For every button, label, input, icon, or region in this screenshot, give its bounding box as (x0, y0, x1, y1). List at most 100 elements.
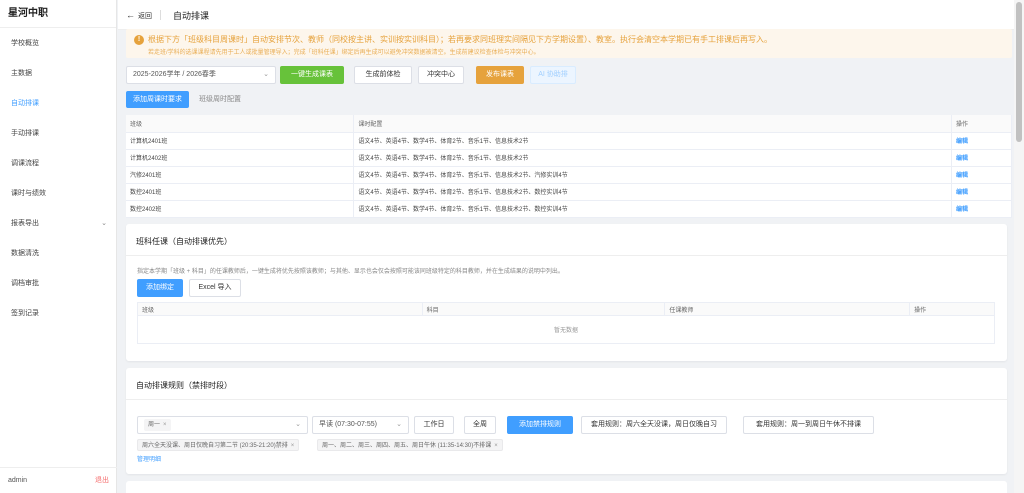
card-divider (126, 255, 1007, 256)
workday-button[interactable]: 工作日 (414, 416, 454, 434)
sidebar-item-reports[interactable]: 报表导出 ⌄ (0, 216, 117, 232)
chevron-down-icon: ⌄ (396, 421, 402, 428)
table-row: 数控2402班 语文4节、英语4节、数学4节、体育2节、音乐1节、信息技术2节、… (126, 200, 1012, 218)
time-slot-value: 早读 (07:30-07:55) (319, 421, 377, 428)
notice-line-1: 根据下方「班级科目周课时」自动安排节次、教师（同校按主讲、实训按实训科目）；若再… (148, 35, 772, 44)
rule-tag-label: 周一、周二、周三、周四、周五、周日午休 (11:35-14:30)不排课 (322, 443, 492, 449)
close-icon[interactable]: × (494, 443, 498, 449)
sidebar-item-auto-schedule[interactable]: 自动排课 (0, 96, 117, 112)
back-button[interactable]: ← 返回 (126, 10, 152, 21)
rule-tag-label: 周六全天没课、周日仅晚自习第二节 (20:35-21:20)禁排 (142, 443, 288, 449)
notice-line-2: 若走班/学科的选课课程请先用于工人或批量管理导入；完成「班科任课」绑定后再生成可… (148, 50, 540, 56)
table-row: 计算机2402班 语文4节、英语4节、数学4节、体育2节、音乐1节、信息技术2节… (126, 149, 1012, 167)
table-row: 汽修2401班 语文4节、英语4节、数学4节、体育2节、音乐1节、信息技术2节、… (126, 166, 1012, 184)
sidebar-item-overview[interactable]: 学校概览 (0, 36, 117, 52)
column-header: 任课教师 (664, 302, 911, 316)
preset-rule-noon-button[interactable]: 套用规则：周一到周日午休不排课 (743, 416, 874, 434)
brand-logo: 星河中职 (0, 0, 116, 28)
sidebar: 星河中职 学校概览 主数据 自动排课 手动排课 调课流程 课时与绩效 报表导出 … (0, 0, 117, 493)
sidebar-item-master-data[interactable]: 主数据 (0, 66, 117, 82)
column-header: 操作 (909, 302, 995, 316)
edit-link[interactable]: 编辑 (956, 173, 968, 179)
column-header: 课时配置 (353, 115, 953, 133)
card-divider (126, 399, 1007, 400)
tab-class-weekly-config[interactable]: 班级周时配置 (192, 91, 248, 108)
close-icon[interactable]: × (163, 422, 167, 428)
tab-add-weekly-hours[interactable]: 添加周课时要求 (126, 91, 189, 108)
sidebar-item-label: 报表导出 (11, 220, 39, 227)
column-header: 班级 (137, 302, 423, 316)
current-user: admin (8, 477, 28, 484)
table-row: 数控2401班 语文4节、英语4节、数学4节、体育2节、音乐1节、信息技术2节、… (126, 183, 1012, 201)
add-rule-button[interactable]: 添加禁排规则 (507, 416, 573, 434)
page-title: 自动排课 (173, 11, 210, 21)
arrow-left-icon: ← (126, 10, 135, 20)
close-icon[interactable]: × (291, 443, 295, 449)
column-header: 科目 (421, 302, 666, 316)
card-description: 指定本学期「班级 + 科目」的任课教师后，一键生成将优先按照该教师；与其他、显示… (137, 269, 564, 275)
sidebar-item-data-clean[interactable]: 数据清洗 (0, 246, 117, 262)
table-row: 计算机2401班 语文4节、英语4节、数学4节、体育2节、音乐1节、信息技术2节… (126, 132, 1012, 150)
sidebar-item-sign-in[interactable]: 签到记录 (0, 306, 117, 322)
chevron-down-icon: ⌄ (263, 71, 269, 78)
sidebar-item-approval[interactable]: 调档审批 (0, 276, 117, 292)
add-binding-button[interactable]: 添加绑定 (137, 279, 183, 297)
sidebar-item-manual-schedule[interactable]: 手动排课 (0, 126, 117, 142)
back-label: 返回 (138, 13, 152, 20)
page-scrollbar[interactable] (1014, 0, 1024, 493)
weekday-tag-label: 周一 (148, 422, 161, 428)
generate-button[interactable]: 一键生成课表 (280, 66, 344, 84)
publish-button[interactable]: 发布课表 (476, 66, 524, 84)
card-title: 班科任课（自动排课优先） (136, 237, 232, 246)
term-select[interactable]: 2025-2026学年 / 2026春季 ⌄ (126, 66, 276, 84)
weekday-select[interactable]: 周一 × ⌄ (137, 416, 308, 434)
weekday-tag: 周一 × (144, 419, 171, 431)
class-cell: 汽修2401班 (126, 166, 355, 184)
class-cell: 计算机2402班 (126, 149, 355, 167)
ai-assist-button[interactable]: AI 协助排 (530, 66, 576, 84)
chevron-down-icon: ⌄ (101, 220, 107, 227)
term-select-value: 2025-2026学年 / 2026春季 (133, 71, 216, 78)
table-header-row: 班级 科目 任课教师 操作 (137, 302, 995, 316)
config-cell: 语文4节、英语4节、数学4节、体育2节、音乐1节、信息技术2节 (353, 132, 953, 150)
conflict-center-button[interactable]: 冲突中心 (418, 66, 464, 84)
excel-import-button[interactable]: Excel 导入 (189, 279, 241, 297)
class-cell: 数控2401班 (126, 183, 355, 201)
empty-row: 暂无数据 (137, 315, 995, 344)
manage-details-link[interactable]: 管理明细 (137, 454, 161, 463)
scrollbar-thumb[interactable] (1016, 2, 1022, 142)
sidebar-item-hours-performance[interactable]: 课时与绩效 (0, 186, 117, 202)
column-header: 操作 (951, 115, 1012, 133)
config-cell: 语文4节、英语4节、数学4节、体育2节、音乐1节、信息技术2节 (353, 149, 953, 167)
empty-state: 暂无数据 (137, 315, 995, 344)
sidebar-footer: admin 退出 (0, 467, 117, 493)
card-title: 自动排课规则（禁排时段） (136, 381, 232, 390)
edit-link[interactable]: 编辑 (956, 190, 968, 196)
precheck-button[interactable]: 生成前体检 (354, 66, 412, 84)
rule-tag: 周六全天没课、周日仅晚自习第二节 (20:35-21:20)禁排 × (137, 439, 300, 451)
config-cell: 语文4节、英语4节、数学4节、体育2节、音乐1节、信息技术2节、数控实训4节 (353, 183, 953, 201)
time-slot-select[interactable]: 早读 (07:30-07:55) ⌄ (312, 416, 409, 434)
teacher-assignment-card: 班科任课（自动排课优先） 指定本学期「班级 + 科目」的任课教师后，一键生成将优… (126, 224, 1007, 361)
all-week-button[interactable]: 全周 (464, 416, 496, 434)
page-header: ← 返回 自动排课 (118, 0, 1014, 30)
edit-link[interactable]: 编辑 (956, 156, 968, 162)
chevron-down-icon: ⌄ (295, 421, 301, 428)
logout-button[interactable]: 退出 (95, 468, 109, 493)
config-cell: 语文4节、英语4节、数学4节、体育2节、音乐1节、信息技术2节、汽修实训4节 (353, 166, 953, 184)
config-cell: 语文4节、英语4节、数学4节、体育2节、音乐1节、信息技术2节、数控实训4节 (353, 200, 953, 218)
class-cell: 数控2402班 (126, 200, 355, 218)
preset-rule-weekend-button[interactable]: 套用规则：周六全天没课，周日仅晚自习 (581, 416, 727, 434)
rule-tag: 周一、周二、周三、周四、周五、周日午休 (11:35-14:30)不排课 × (317, 439, 503, 451)
column-header: 班级 (126, 115, 355, 133)
next-card (126, 481, 1007, 493)
edit-link[interactable]: 编辑 (956, 207, 968, 213)
warning-notice: ! 根据下方「班级科目周课时」自动安排节次、教师（同校按主讲、实训按实训科目）；… (126, 29, 1012, 58)
main-content: ← 返回 自动排课 ! 根据下方「班级科目周课时」自动安排节次、教师（同校按主讲、… (118, 0, 1014, 493)
edit-link[interactable]: 编辑 (956, 139, 968, 145)
header-divider (160, 10, 161, 20)
class-cell: 计算机2401班 (126, 132, 355, 150)
sidebar-item-adjust-flow[interactable]: 调课流程 (0, 156, 117, 172)
weekly-hours-table: 班级 课时配置 操作 计算机2401班 语文4节、英语4节、数学4节、体育2节、… (126, 115, 1012, 218)
warning-icon: ! (134, 35, 144, 45)
